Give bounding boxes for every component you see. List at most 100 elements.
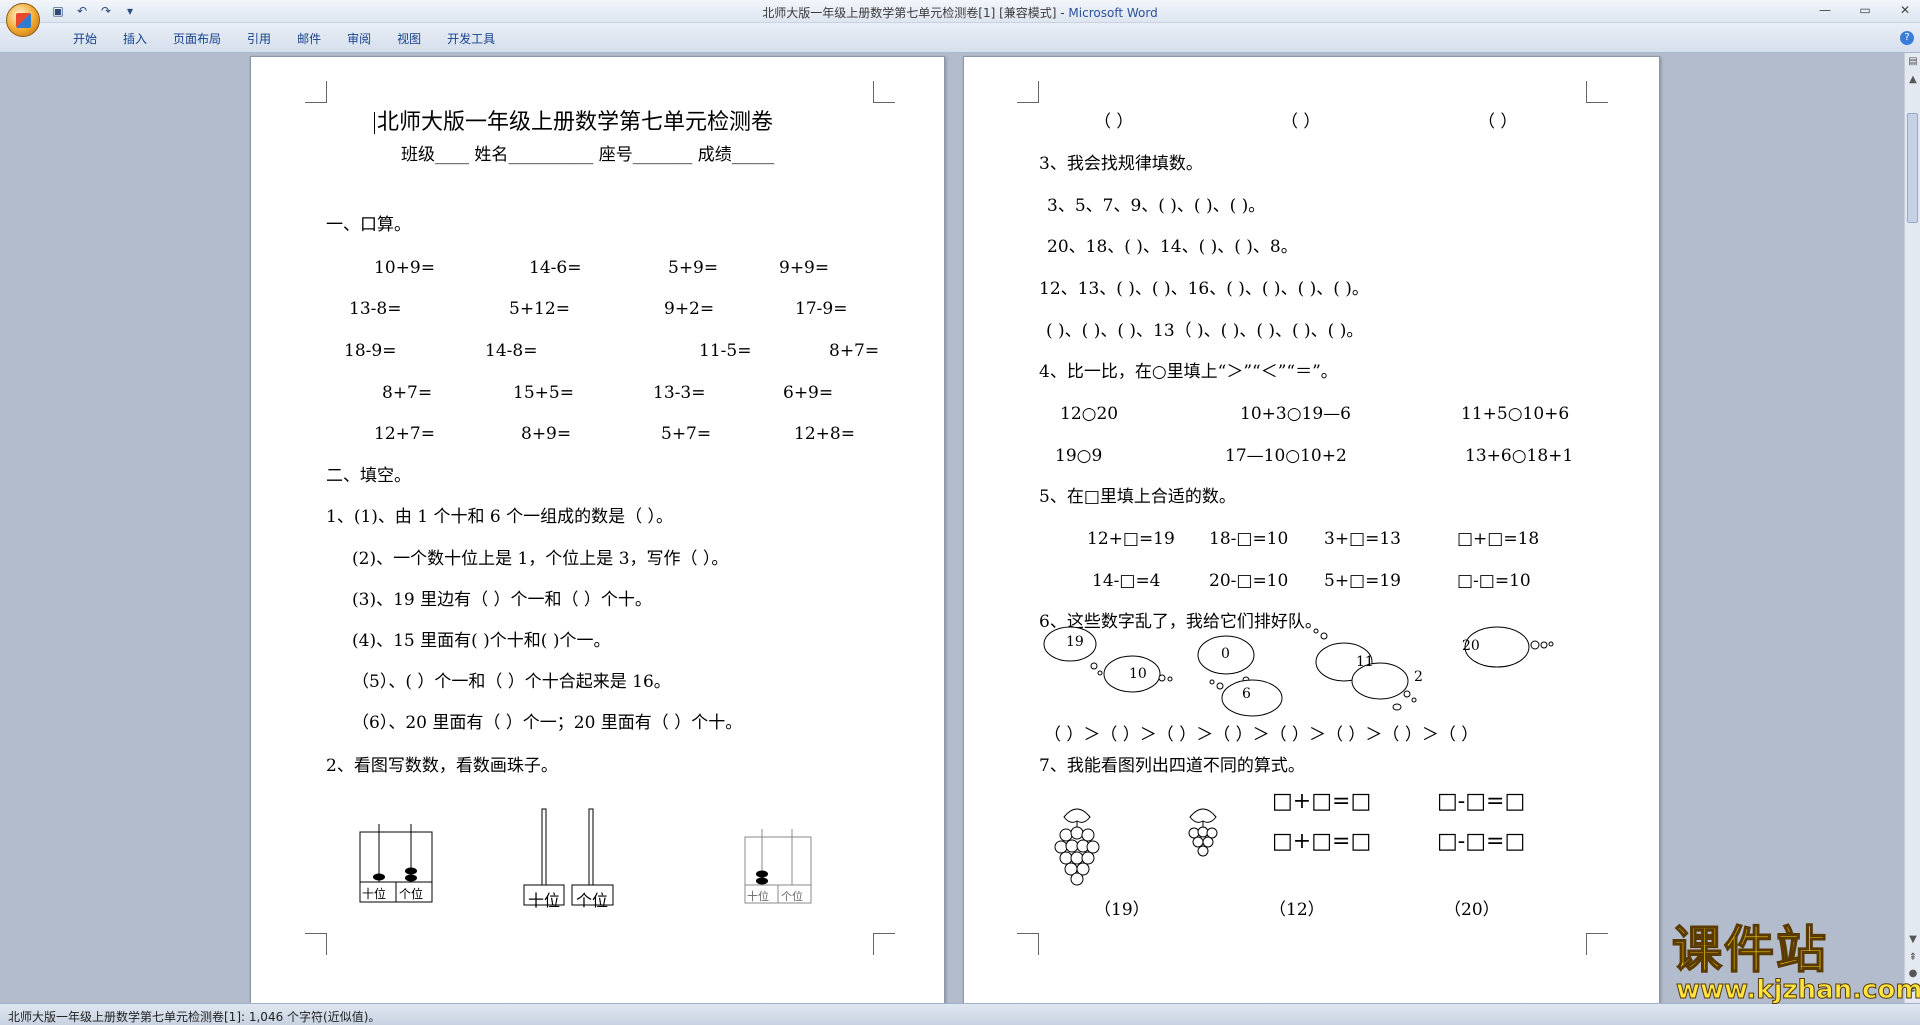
abacus-figure-2: 十位 个位 [523, 807, 615, 910]
fill-box-item: 14-□=4 [1092, 571, 1161, 591]
crop-mark [1017, 81, 1039, 103]
abacus-figure-1: 十位 个位 [359, 822, 434, 904]
fill-box-item: □+□=18 [1457, 529, 1540, 549]
tab-developer[interactable]: 开发工具 [434, 30, 508, 48]
abacus-tens-label: 十位 [747, 890, 769, 903]
maximize-icon[interactable]: ▭ [1854, 2, 1876, 18]
compare-item: 17—10○10+2 [1225, 446, 1347, 466]
abacus-tens-label: 十位 [362, 887, 387, 901]
student-info-line: 班级____ 姓名__________ 座号_______ 成绩_____ [401, 145, 775, 165]
calc-item: 15+5= [513, 383, 574, 403]
calc-item: 12+7= [374, 424, 435, 444]
window-title: 北师大版一年级上册数学第七单元检测卷[1] [兼容模式] - Microsoft… [0, 4, 1920, 21]
fill-box-item: 3+□=13 [1324, 529, 1401, 549]
abacus-tens-label: 十位 [528, 891, 561, 910]
calc-item: 8+7= [829, 341, 880, 361]
scroll-up-icon[interactable]: ▲ [1906, 73, 1920, 87]
tab-view[interactable]: 视图 [384, 30, 434, 48]
sequence-line: 3、5、7、9、( )、( )、( )。 [1047, 196, 1266, 216]
tab-insert[interactable]: 插入 [110, 30, 160, 48]
calc-item: 14-8= [485, 341, 538, 361]
scroll-thumb[interactable] [1907, 113, 1918, 223]
prev-page-icon[interactable]: ⇞ [1906, 951, 1920, 965]
tab-page-layout[interactable]: 页面布局 [160, 30, 234, 48]
window-controls: — ▭ ✕ [1814, 2, 1916, 18]
document-page-2[interactable]: （ ） （ ） （ ） 3、我会找规律填数。 3、5、7、9、( )、( )、(… [963, 56, 1660, 1006]
question-3-heading: 3、我会找规律填数。 [1039, 154, 1203, 174]
bubble-number: 19 [1066, 634, 1084, 650]
compare-item: 10+3○19—6 [1240, 404, 1351, 424]
help-icon[interactable]: ? [1900, 31, 1914, 45]
minimize-icon[interactable]: — [1814, 2, 1836, 18]
grapes-small-icon [1188, 808, 1218, 857]
question-2-heading: 2、看图写数数，看数画珠子。 [326, 756, 558, 776]
tab-mailings[interactable]: 邮件 [284, 30, 334, 48]
tab-review[interactable]: 审阅 [334, 30, 384, 48]
abacus-ones-label: 个位 [781, 890, 803, 903]
tab-home[interactable]: 开始 [60, 30, 110, 48]
figure-number-label: （19） [1094, 900, 1150, 920]
bubble-number: 6 [1242, 686, 1251, 702]
answer-blank: （ ） [1478, 112, 1518, 132]
abacus-ones-label: 个位 [576, 891, 609, 910]
document-page-1[interactable]: 北师大版一年级上册数学第七单元检测卷 班级____ 姓名__________ 座… [250, 56, 945, 1006]
compare-item: 13+6○18+1 [1465, 446, 1574, 466]
section-heading-1: 一、口算。 [326, 215, 411, 235]
fill-question: 1、(1)、由 1 个十和 6 个一组成的数是（ ）。 [326, 507, 674, 527]
crop-mark [873, 81, 895, 103]
equation-blank: □-□=□ [1437, 789, 1526, 814]
question-4-heading: 4、比一比，在○里填上“＞”“＜”“＝”。 [1039, 362, 1338, 382]
fill-question: (3)、19 里边有（ ）个一和（ ）个十。 [352, 590, 652, 610]
compare-item: 11+5○10+6 [1461, 404, 1570, 424]
fill-box-item: 18-□=10 [1209, 529, 1289, 549]
calc-item: 5+9= [668, 258, 719, 278]
fill-question: (4)、15 里面有( )个十和( )个一。 [352, 631, 611, 651]
calc-item: 18-9= [344, 341, 397, 361]
close-icon[interactable]: ✕ [1894, 2, 1916, 18]
crop-mark [873, 933, 895, 955]
ribbon-tabs: 开始 插入 页面布局 引用 邮件 审阅 视图 开发工具 ? [0, 23, 1920, 53]
calc-item: 10+9= [374, 258, 435, 278]
scroll-down-icon[interactable]: ▼ [1906, 933, 1920, 947]
question-7-heading: 7、我能看图列出四道不同的算式。 [1039, 756, 1305, 776]
equation-blank: □+□=□ [1272, 789, 1372, 814]
equation-blank: □-□=□ [1437, 829, 1526, 854]
ruler-toggle-icon[interactable]: ▤ [1906, 55, 1920, 69]
status-text: 北师大版一年级上册数学第七单元检测卷[1]: 1,046 个字符(近似值)。 [8, 1010, 381, 1024]
equation-blank: □+□=□ [1272, 829, 1372, 854]
sequence-line: ( )、( )、( )、13（ )、( )、( )、( )、( )。 [1046, 321, 1364, 341]
watermark-url: www.kjzhan.com [1675, 975, 1920, 1005]
window-title-doc: 北师大版一年级上册数学第七单元检测卷[1] [兼容模式] - [762, 6, 1069, 20]
calc-item: 9+2= [664, 299, 715, 319]
calc-item: 12+8= [794, 424, 855, 444]
answer-blank: （ ） [1281, 112, 1321, 132]
window-title-app: Microsoft Word [1068, 6, 1158, 20]
calc-item: 11-5= [699, 341, 752, 361]
crop-mark [1586, 933, 1608, 955]
title-bar: ▣ ↶ ↷ ▾ 北师大版一年级上册数学第七单元检测卷[1] [兼容模式] - M… [0, 0, 1920, 23]
bubble-number: 11 [1356, 654, 1374, 670]
calc-item: 5+7= [661, 424, 712, 444]
vertical-scrollbar[interactable]: ▤ ▲ ▼ ⇞ ● ⇟ [1904, 53, 1920, 1003]
bubble-number: 0 [1221, 646, 1230, 662]
tab-references[interactable]: 引用 [234, 30, 284, 48]
status-bar: 北师大版一年级上册数学第七单元检测卷[1]: 1,046 个字符(近似值)。 [0, 1003, 1920, 1025]
compare-item: 19○9 [1055, 446, 1103, 466]
watermark-title: 课件站 [1671, 921, 1828, 979]
grapes-icon [1054, 808, 1100, 886]
office-button[interactable] [6, 3, 40, 37]
question-5-heading: 5、在□里填上合适的数。 [1039, 487, 1236, 507]
order-answer-line: （ ）＞（ ）＞（ ）＞（ ）＞（ ）＞（ ）＞（ ）＞（ ） [1044, 725, 1479, 745]
compare-item: 12○20 [1060, 404, 1119, 424]
calc-item: 14-6= [529, 258, 582, 278]
fill-box-item: □-□=10 [1457, 571, 1531, 591]
answer-blank: （ ） [1094, 112, 1134, 132]
sequence-line: 20、18、( )、14、( )、( )、8。 [1047, 237, 1298, 257]
calc-item: 17-9= [795, 299, 848, 319]
calc-item: 9+9= [779, 258, 830, 278]
bubble-number: 10 [1129, 666, 1147, 682]
abacus-ones-label: 个位 [399, 887, 424, 901]
fill-box-item: 20-□=10 [1209, 571, 1289, 591]
figure-number-label: （20） [1444, 900, 1500, 920]
abacus-figure-3: 十位 个位 [744, 827, 814, 907]
